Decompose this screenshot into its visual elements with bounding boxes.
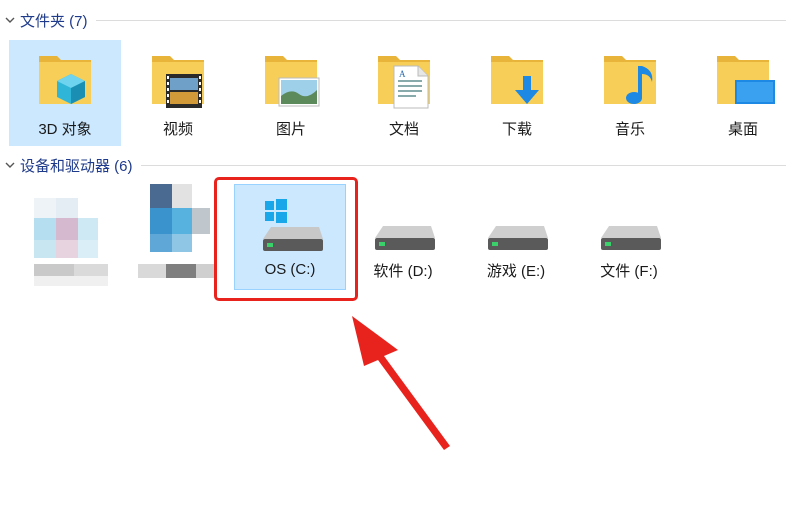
- documents-folder-icon: A: [378, 56, 430, 109]
- folder-documents[interactable]: A 文档: [348, 40, 460, 146]
- drive-label: 软件 (D:): [373, 263, 433, 280]
- folders-group-title: 文件夹 (7): [20, 12, 88, 30]
- svg-text:A: A: [399, 69, 406, 79]
- music-folder-icon: [604, 56, 656, 104]
- annotation-arrow-icon: [352, 316, 450, 450]
- blurred-device[interactable]: [4, 188, 116, 296]
- folder-label: 3D 对象: [38, 121, 92, 138]
- folder-label: 音乐: [614, 121, 645, 138]
- group-divider: [95, 19, 786, 21]
- hard-drive-icon: [375, 226, 435, 250]
- folder-label: 图片: [275, 121, 306, 138]
- drive-d[interactable]: 软件 (D:): [347, 184, 459, 290]
- folder-downloads[interactable]: 下载: [461, 40, 573, 146]
- folder-label: 桌面: [727, 121, 758, 138]
- folder-3d-objects[interactable]: 3D 对象: [9, 40, 121, 146]
- folder-label: 视频: [162, 121, 193, 138]
- folder-desktop[interactable]: 桌面: [687, 40, 786, 146]
- pictures-folder-icon: [265, 56, 320, 107]
- folders-group-header[interactable]: 文件夹 (7): [0, 8, 786, 32]
- hard-drive-icon: [601, 226, 661, 250]
- desktop-folder-icon: [717, 56, 775, 104]
- 3d-objects-folder-icon: [39, 56, 91, 104]
- folder-music[interactable]: 音乐: [574, 40, 686, 146]
- chevron-down-icon[interactable]: [4, 159, 16, 171]
- videos-folder-icon: [152, 56, 204, 108]
- folder-label: 文档: [388, 121, 419, 138]
- drive-label: 游戏 (E:): [486, 263, 546, 280]
- blurred-device[interactable]: [120, 184, 220, 296]
- drive-f[interactable]: 文件 (F:): [573, 184, 685, 290]
- downloads-folder-icon: [491, 56, 543, 104]
- hard-drive-icon: [488, 226, 548, 250]
- drive-label: 文件 (F:): [600, 263, 658, 280]
- chevron-down-icon[interactable]: [4, 14, 16, 26]
- devices-group-title: 设备和驱动器 (6): [20, 157, 133, 175]
- group-divider: [140, 164, 786, 166]
- devices-group-header[interactable]: 设备和驱动器 (6): [0, 153, 786, 177]
- folder-label: 下载: [501, 121, 532, 138]
- folder-pictures[interactable]: 图片: [235, 40, 347, 146]
- drive-e[interactable]: 游戏 (E:): [460, 184, 572, 290]
- folder-videos[interactable]: 视频: [122, 40, 234, 146]
- annotation-highlight-box: [214, 177, 358, 301]
